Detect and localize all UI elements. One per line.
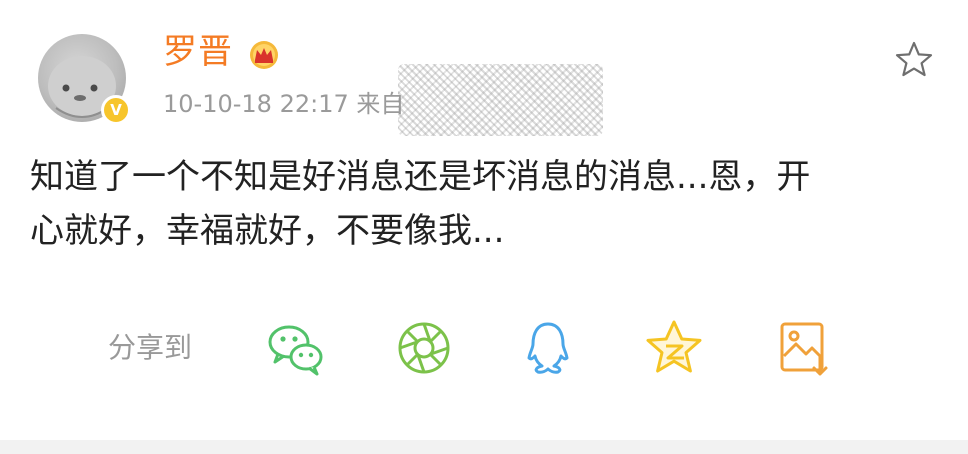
- qq-icon[interactable]: [516, 316, 580, 380]
- post-content-line: 心就好，幸福就好，不要像我...: [30, 211, 505, 251]
- verified-badge: V: [101, 95, 131, 125]
- username[interactable]: 罗晋: [163, 30, 233, 74]
- favorite-star-icon[interactable]: [895, 41, 933, 77]
- qzone-star-icon[interactable]: [642, 316, 706, 380]
- wechat-icon[interactable]: [264, 316, 328, 380]
- post-content-line: 知道了一个不知是好消息还是坏消息的消息...恩，开: [30, 157, 811, 197]
- post-content: 知道了一个不知是好消息还是坏消息的消息...恩，开 心就好，幸福就好，不要像我.…: [30, 150, 930, 258]
- moments-icon[interactable]: [392, 316, 456, 380]
- bottom-divider-band: [0, 440, 968, 454]
- crown-icon[interactable]: [248, 40, 280, 70]
- weibo-post-card: V 罗晋 10-10-18 22:17 来自 知道了一个不知是好消息还是坏消息的…: [0, 0, 968, 440]
- post-timestamp: 10-10-18 22:17 来自: [163, 90, 405, 118]
- share-label: 分享到: [108, 331, 193, 364]
- save-image-icon[interactable]: [772, 316, 836, 380]
- redacted-source-area: [398, 64, 603, 136]
